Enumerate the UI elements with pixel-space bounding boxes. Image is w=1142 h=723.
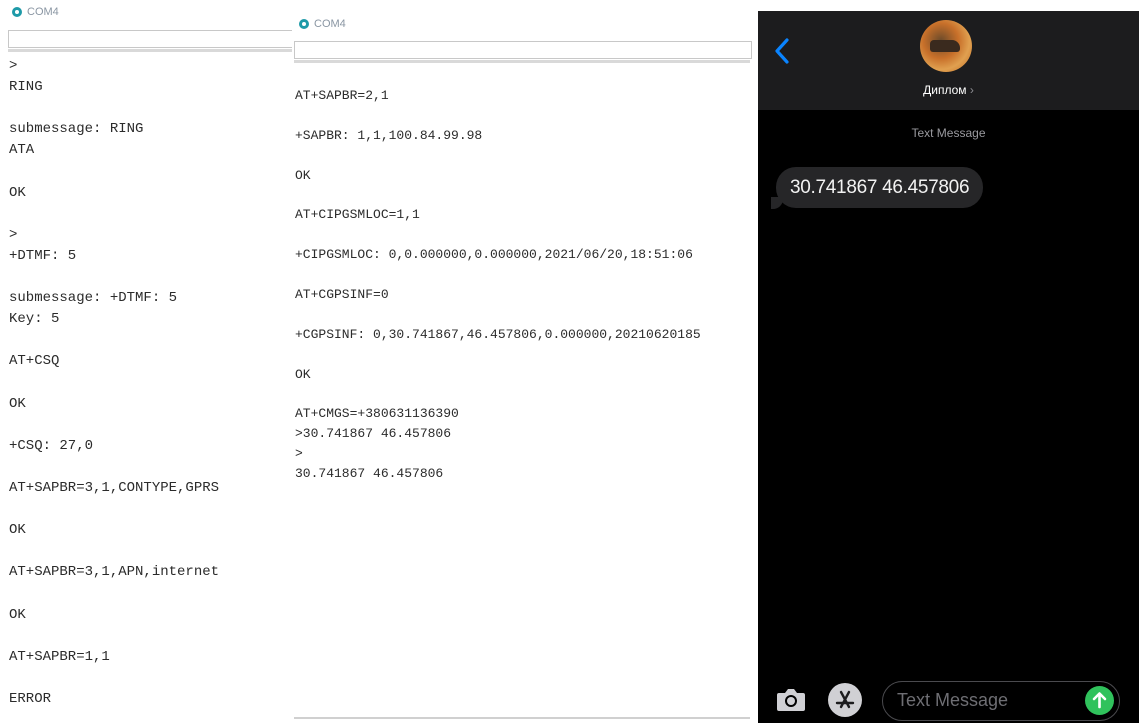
camera-icon[interactable] — [775, 685, 807, 715]
output-line: AT+SAPBR=3,1,APN,internet — [9, 564, 220, 581]
output-line: OK — [9, 606, 26, 623]
message-input-placeholder: Text Message — [897, 690, 1009, 710]
send-button[interactable] — [1085, 686, 1114, 715]
arduino-logo-icon — [299, 19, 309, 29]
window-titlebar: COM4 — [299, 18, 346, 30]
output-line: AT+SAPBR=1,1 — [9, 648, 110, 665]
output-line: >30.741867 46.457806 — [295, 426, 452, 442]
output-line: ATA — [9, 142, 35, 159]
output-line: AT+SAPBR=2,1 — [295, 88, 389, 103]
bottom-divider — [294, 717, 750, 719]
output-line: Key: 5 — [9, 311, 60, 328]
output-line: submessage: +DTMF: 5 — [9, 290, 178, 307]
output-line: AT+CSQ — [9, 353, 60, 370]
output-line: > — [295, 446, 303, 462]
chevron-right-icon: › — [969, 83, 974, 97]
send-input[interactable] — [8, 30, 294, 48]
output-line: OK — [9, 395, 26, 412]
output-line: ERROR — [9, 691, 52, 707]
output-line: +CIPGSMLOC: 0,0.000000,0.000000,2021/06/… — [295, 247, 693, 263]
window-title: COM4 — [27, 6, 59, 18]
output-line: +CGPSINF: 0,30.741867,46.457806,0.000000… — [295, 326, 701, 342]
output-line: 30.741867 46.457806 — [295, 466, 444, 482]
window-titlebar: COM4 — [12, 6, 59, 18]
serial-monitor-right: COM4 AT+SAPBR=2,1 +SAPBR: 1,1,100.84.99.9… — [292, 0, 752, 723]
output-line: AT+CGPSINF=0 — [295, 287, 389, 302]
output-line: AT+CMGS=+380631136390 — [295, 406, 459, 422]
output-line: submessage: RING — [9, 121, 144, 138]
output-line: AT+CIPGSMLOC=1,1 — [295, 207, 420, 223]
messages-screen: Диплом › Text Message 30.741867 46.45780… — [758, 11, 1139, 723]
output-line: OK — [295, 366, 311, 382]
window-title: COM4 — [314, 18, 346, 30]
output-line: +DTMF: 5 — [9, 247, 77, 264]
app-store-icon[interactable] — [828, 683, 862, 717]
output-line: +SAPBR: 1,1,100.84.99.98 — [295, 127, 483, 143]
output-line: +CSQ: 27,0 — [9, 437, 94, 454]
contact-avatar[interactable] — [920, 20, 972, 72]
input-divider — [294, 60, 750, 63]
output-line: AT+SAPBR=3,1,CONTYPE,GPRS — [9, 480, 220, 496]
output-line: OK — [9, 522, 26, 539]
conversation-header: Диплом › — [758, 11, 1139, 110]
output-line: > — [9, 226, 18, 243]
serial-output: AT+SAPBR=2,1 +SAPBR: 1,1,100.84.99.98 OK AT… — [295, 88, 751, 708]
output-line: OK — [9, 184, 26, 201]
message-input[interactable]: Text Message — [882, 681, 1120, 721]
contact-name-row[interactable]: Диплом › — [758, 83, 1139, 97]
arduino-logo-icon — [12, 7, 22, 17]
message-type-label: Text Message — [911, 126, 986, 140]
output-line: > — [9, 58, 18, 74]
serial-monitor-left: COM4 > RING submessage: RING ATA OK > +DTMF: 5… — [0, 0, 294, 723]
send-arrow-icon — [1092, 692, 1107, 709]
back-chevron-icon[interactable] — [772, 37, 792, 65]
incoming-message-bubble[interactable]: 30.741867 46.457806 — [776, 167, 984, 208]
app-store-glyph — [835, 690, 855, 709]
input-divider — [8, 49, 292, 52]
output-line: RING — [9, 79, 43, 96]
send-input[interactable] — [294, 41, 752, 59]
output-line: OK — [295, 167, 311, 183]
contact-name: Диплом — [923, 83, 967, 97]
